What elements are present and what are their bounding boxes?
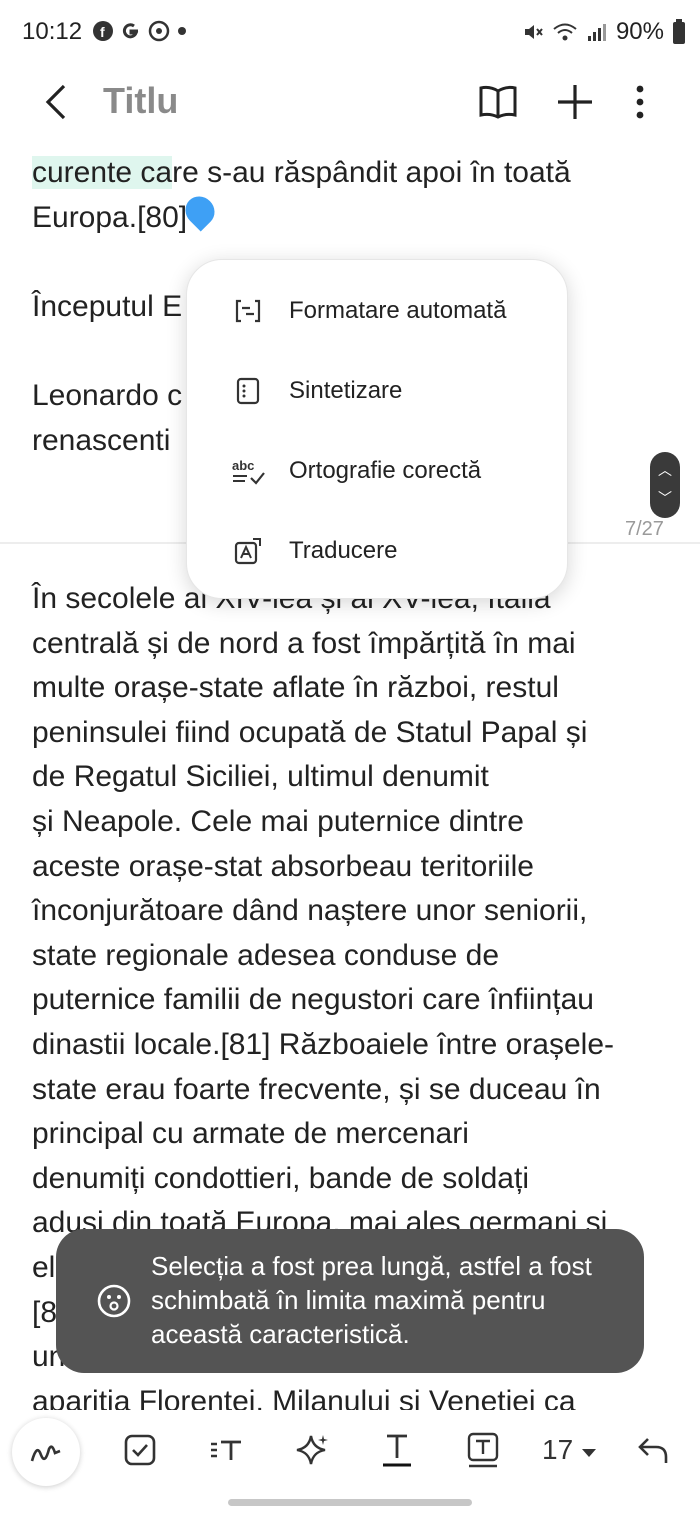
scroll-navigator[interactable]: ︿ ﹀ <box>650 452 680 518</box>
menu-item-spell-check[interactable]: abc Ortografie corectă <box>187 436 567 506</box>
note-line[interactable]: curente care s-au răspândit apoi în toat… <box>32 151 571 196</box>
status-time: 10:12 <box>22 18 83 45</box>
note-line[interactable]: Începutul E <box>32 285 182 330</box>
more-icon <box>636 85 644 119</box>
note-title[interactable]: Titlu <box>103 80 178 122</box>
underline-icon <box>383 1434 411 1467</box>
dot-icon <box>178 27 186 35</box>
status-notification-icons: f <box>92 20 188 42</box>
text-style-icon <box>211 1440 241 1460</box>
menu-item-auto-format[interactable]: Formatare automată <box>187 276 567 346</box>
checkbox-button[interactable] <box>112 1422 168 1478</box>
add-button[interactable] <box>551 78 599 126</box>
font-size-value: 17 <box>542 1434 574 1465</box>
reading-mode-icon <box>479 85 517 119</box>
signal-icon <box>587 24 606 41</box>
underline-button[interactable] <box>369 1422 425 1478</box>
pen-icon <box>30 1445 61 1462</box>
menu-item-label: Sintetizare <box>289 377 403 404</box>
checkbox-icon <box>124 1434 156 1466</box>
selected-text[interactable]: curente ca <box>32 156 173 189</box>
chevron-up-icon[interactable]: ︿ <box>650 460 680 480</box>
page-indicator: 7/27 <box>625 518 664 540</box>
back-button[interactable] <box>36 80 80 124</box>
ai-assist-button[interactable] <box>285 1422 341 1478</box>
status-bar: 10:12 f 90% <box>0 0 700 64</box>
note-body-line[interactable]: peninsulei fiind ocupată de Statul Papal… <box>32 711 614 756</box>
note-body-line[interactable]: și Neapole. Cele mai puternice dintre <box>32 800 614 845</box>
toast-text: Selecția a fost prea lungă, astfel a fos… <box>151 1251 592 1349</box>
note-body-line[interactable]: puternice familii de negustori care înfi… <box>32 978 614 1023</box>
reading-mode-button[interactable] <box>474 78 522 126</box>
battery-percent: 90% <box>615 18 664 45</box>
note-body-line[interactable]: multe orașe-state aflate în război, rest… <box>32 666 614 711</box>
note-body-line[interactable]: dinastii locale.[81] Războaiele între or… <box>32 1023 614 1068</box>
menu-item-summarize[interactable]: Sintetizare <box>187 356 567 426</box>
note-body-line[interactable]: de Regatul Siciliei, ultimul denumit <box>32 755 614 800</box>
dropdown-icon <box>581 1449 596 1457</box>
facebook-icon: f <box>93 21 113 41</box>
text-box-button[interactable] <box>455 1422 511 1478</box>
battery-icon <box>673 19 685 44</box>
back-icon <box>45 84 66 120</box>
note-line[interactable]: renascenti <box>32 419 170 464</box>
note-body-line[interactable]: aceste orașe-stat absorbeau teritoriile <box>32 845 614 890</box>
spell-check-icon: abc <box>231 454 265 488</box>
note-line-rest: re s-au răspândit apoi în toată <box>172 156 571 189</box>
chevron-down-icon[interactable]: ﹀ <box>650 488 680 508</box>
translate-icon <box>231 534 265 568</box>
note-line[interactable]: Leonardo c <box>32 374 182 419</box>
svg-text:f: f <box>100 24 105 40</box>
ai-context-menu: Formatare automată Sintetizare abc Ortog… <box>186 259 568 599</box>
info-icon <box>97 1284 131 1318</box>
auto-format-icon <box>231 294 265 328</box>
note-body-line[interactable]: înconjurătoare dând naștere unor seniori… <box>32 889 614 934</box>
note-body-line[interactable]: centrală și de nord a fost împărțită în … <box>32 622 614 667</box>
text-style-button[interactable] <box>198 1422 254 1478</box>
status-right: 90% <box>522 18 686 46</box>
note-line[interactable]: Europa.[80] <box>32 196 187 241</box>
menu-item-translate[interactable]: Traducere <box>187 516 567 586</box>
menu-item-label: Formatare automată <box>289 297 507 324</box>
note-body-line[interactable]: denumiți condottieri, bande de soldați <box>32 1157 614 1202</box>
ai-sparkle-icon <box>296 1435 328 1465</box>
note-body-line[interactable]: state erau foarte frecvente, și se ducea… <box>32 1068 614 1113</box>
text-box-icon <box>467 1432 499 1468</box>
mute-icon <box>524 25 543 39</box>
font-size-selector[interactable]: 17 <box>542 1434 597 1466</box>
menu-item-label: Ortografie corectă <box>289 457 482 484</box>
note-body-line[interactable]: principal cu armate de mercenari <box>32 1112 614 1157</box>
undo-button[interactable] <box>625 1422 681 1478</box>
google-icon <box>122 23 139 39</box>
more-button[interactable] <box>616 78 664 126</box>
wifi-icon <box>553 23 577 41</box>
pen-mode-button[interactable] <box>12 1418 80 1486</box>
summarize-icon <box>231 374 265 408</box>
toast-message: Selecția a fost prea lungă, astfel a fos… <box>56 1229 644 1373</box>
app-icon <box>148 20 170 42</box>
menu-item-label: Traducere <box>289 537 398 564</box>
svg-text:abc: abc <box>232 458 254 473</box>
undo-icon <box>638 1438 668 1463</box>
note-body-line[interactable]: state regionale adesea conduse de <box>32 934 614 979</box>
home-indicator[interactable] <box>228 1499 472 1506</box>
add-icon <box>558 85 592 119</box>
